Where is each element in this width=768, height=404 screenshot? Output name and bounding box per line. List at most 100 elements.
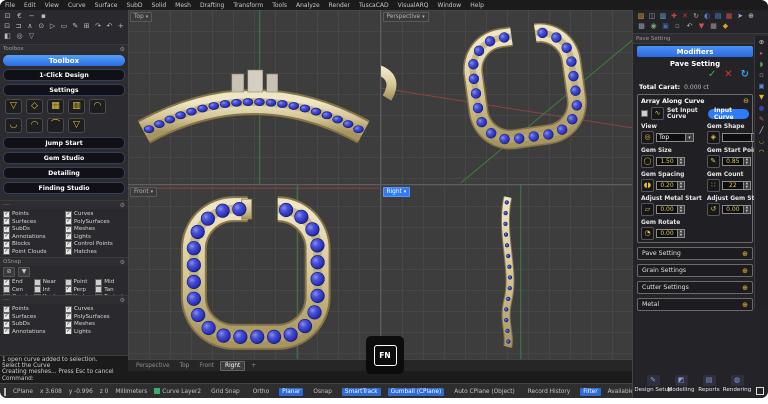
section-pave-setting[interactable]: Pave Setting⊕ bbox=[637, 247, 753, 260]
tool-icon[interactable]: ▥ bbox=[659, 12, 667, 20]
tool-icon[interactable]: ◐ bbox=[703, 12, 711, 20]
number-input[interactable]: 1.50▲▼ bbox=[656, 157, 685, 166]
tool-icon[interactable]: ∧ bbox=[26, 22, 34, 30]
viewport-top-label[interactable]: Top▾ bbox=[130, 12, 152, 22]
number-value[interactable]: 0.00 bbox=[722, 205, 744, 214]
toolbox-title-button[interactable]: Toolbox bbox=[3, 55, 125, 66]
number-input[interactable]: 0.00▲▼ bbox=[656, 205, 685, 214]
checkbox[interactable] bbox=[34, 286, 41, 293]
menu-item-view[interactable]: View bbox=[45, 2, 59, 9]
tool-icon[interactable]: ◆ bbox=[721, 22, 730, 30]
tool-icon[interactable]: ▷ bbox=[48, 22, 56, 30]
tool-icon[interactable]: ⊐ bbox=[14, 22, 22, 30]
fullscreen-toggle-icon[interactable] bbox=[756, 387, 764, 395]
menu-item-curve[interactable]: Curve bbox=[68, 2, 86, 9]
viewport-perspective-label[interactable]: Perspective▾ bbox=[383, 12, 429, 22]
checkbox[interactable]: ✓ bbox=[65, 328, 72, 334]
section-metal[interactable]: Metal⊕ bbox=[637, 298, 753, 311]
status-toggle-auto-cplane-object-[interactable]: Auto CPlane (Object) bbox=[451, 388, 518, 396]
toolbox-button-detailing[interactable]: Detailing bbox=[3, 167, 125, 179]
cplane-label[interactable]: CPlane bbox=[13, 389, 33, 395]
menu-item-tools[interactable]: Tools bbox=[272, 2, 287, 9]
tool-icon[interactable]: ▭ bbox=[60, 22, 68, 30]
tool-icon[interactable]: + bbox=[117, 22, 125, 30]
menu-item-file[interactable]: File bbox=[5, 2, 15, 9]
dropdown-value[interactable]: Top bbox=[656, 133, 686, 142]
tool-icon[interactable]: ↶ bbox=[685, 22, 694, 30]
edge-tool-icon[interactable]: ╱ bbox=[760, 127, 764, 134]
input-curve-button[interactable]: Input Curve bbox=[708, 109, 749, 119]
tool-icon[interactable]: ▫ bbox=[673, 22, 682, 30]
menu-item-surface[interactable]: Surface bbox=[95, 2, 118, 9]
checkbox[interactable]: ✓ bbox=[3, 233, 10, 240]
spin-down-icon[interactable]: ▼ bbox=[678, 234, 684, 238]
checkbox[interactable]: ✓ bbox=[65, 248, 72, 255]
viewport-right[interactable]: Right▾ bbox=[381, 185, 633, 359]
checkbox[interactable]: ✓ bbox=[3, 226, 10, 233]
workflow-tab-design-setup[interactable]: ✎Design Setup bbox=[639, 375, 667, 393]
refresh-icon[interactable]: ↻ bbox=[741, 70, 749, 80]
spinner-buttons[interactable]: ▲▼ bbox=[744, 181, 751, 190]
tool-icon[interactable]: ▤ bbox=[714, 12, 722, 20]
viewport-right-label[interactable]: Right▾ bbox=[383, 187, 411, 197]
checkbox[interactable]: ✓ bbox=[3, 279, 10, 286]
tool-icon[interactable]: ↶ bbox=[105, 22, 113, 30]
tool-icon[interactable]: ▪ bbox=[39, 12, 48, 20]
tool-icon[interactable]: € bbox=[15, 12, 24, 20]
menu-item-subd[interactable]: SubD bbox=[126, 2, 142, 9]
dropdown[interactable]: Top▾ bbox=[656, 133, 694, 142]
spin-down-icon[interactable]: ▼ bbox=[678, 162, 684, 166]
checkbox[interactable]: ✓ bbox=[3, 241, 10, 248]
checkbox[interactable]: ✓ bbox=[65, 233, 72, 240]
jewelry-tool-icon[interactable]: ▦ bbox=[47, 99, 64, 114]
chevron-down-icon[interactable]: ▾ bbox=[686, 133, 694, 142]
tool-icon[interactable]: ▨ bbox=[637, 12, 645, 20]
tool-icon[interactable]: ▽ bbox=[27, 32, 36, 40]
workflow-tab-rendering[interactable]: ◍Rendering bbox=[723, 375, 751, 393]
edge-tool-icon[interactable]: ⊕ bbox=[759, 39, 764, 46]
menu-item-transform[interactable]: Transform bbox=[233, 2, 263, 9]
tool-icon[interactable]: ◧ bbox=[3, 32, 12, 40]
tool-icon[interactable]: ↷ bbox=[94, 22, 102, 30]
number-value[interactable]: 0.00 bbox=[656, 229, 678, 238]
status-toggle-smarttrack[interactable]: SmartTrack bbox=[342, 388, 381, 396]
spin-down-icon[interactable]: ▼ bbox=[744, 186, 750, 190]
checkbox[interactable] bbox=[95, 286, 102, 293]
osnap-toolbar-button[interactable]: ⊘ bbox=[3, 267, 15, 277]
edge-tool-icon[interactable]: ◠ bbox=[759, 149, 765, 156]
edge-tool-icon[interactable]: ▼ bbox=[759, 94, 764, 101]
collapse-icon[interactable]: ⊖ bbox=[743, 97, 749, 105]
command-history[interactable]: 1 open curve added to selection.Select t… bbox=[0, 355, 128, 383]
viewport-tab-top[interactable]: Top bbox=[176, 362, 194, 370]
checkbox[interactable]: ✓ bbox=[3, 248, 10, 255]
status-toggle-planar[interactable]: Planar bbox=[279, 388, 303, 396]
tool-icon[interactable]: ▣ bbox=[661, 22, 670, 30]
number-input[interactable]: 0.00▲▼ bbox=[722, 205, 751, 214]
status-toggle-osnap[interactable]: Osnap bbox=[310, 388, 335, 396]
checkbox[interactable] bbox=[34, 279, 41, 286]
checkbox[interactable]: ✓ bbox=[3, 218, 10, 225]
checkbox[interactable]: ✓ bbox=[65, 218, 72, 225]
tool-icon[interactable]: ◫ bbox=[648, 12, 656, 20]
menu-item-solid[interactable]: Solid bbox=[152, 2, 167, 9]
edge-tool-icon[interactable]: ▸ bbox=[760, 50, 763, 57]
units-label[interactable]: Millimeters bbox=[115, 389, 147, 395]
dropdown-value[interactable] bbox=[722, 133, 752, 142]
edge-tool-icon[interactable]: ◡ bbox=[759, 138, 765, 145]
set-input-curve-checkbox[interactable] bbox=[641, 110, 648, 117]
spinner-buttons[interactable]: ▲▼ bbox=[678, 181, 685, 190]
jewelry-tool-icon[interactable]: ◠ bbox=[26, 118, 43, 133]
gear-icon[interactable]: ⚙ bbox=[120, 259, 125, 266]
viewport-tab-right[interactable]: Right bbox=[220, 361, 245, 371]
number-value[interactable]: 0.00 bbox=[656, 205, 678, 214]
spinner-buttons[interactable]: ▲▼ bbox=[678, 205, 685, 214]
number-value[interactable]: 0.85 bbox=[722, 157, 744, 166]
jewelry-tool-icon[interactable]: ▥ bbox=[68, 99, 85, 114]
workflow-tab-modelling[interactable]: ◩Modelling bbox=[667, 375, 695, 393]
checkbox[interactable] bbox=[65, 279, 72, 286]
checkbox[interactable]: ✓ bbox=[3, 211, 10, 218]
section-cutter-settings[interactable]: Cutter Settings⊕ bbox=[637, 281, 753, 294]
menu-item-mesh[interactable]: Mesh bbox=[175, 2, 191, 9]
tool-icon[interactable]: ⊙ bbox=[37, 22, 45, 30]
viewport-tab-front[interactable]: Front bbox=[195, 362, 218, 370]
